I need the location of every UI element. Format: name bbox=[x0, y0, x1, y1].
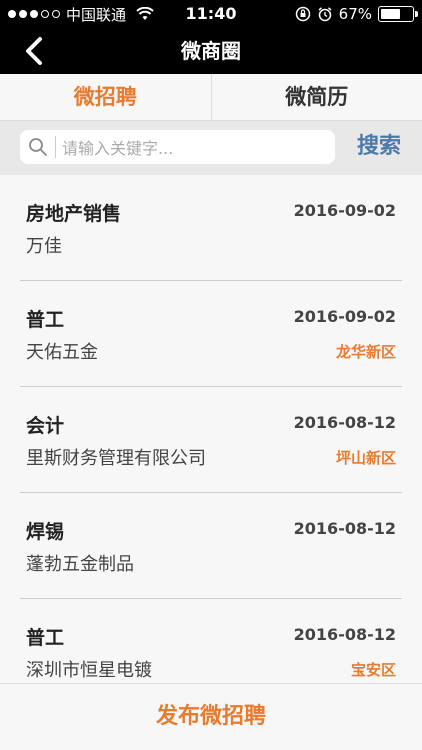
job-date: 2016-08-12 bbox=[293, 625, 396, 644]
job-location: 宝安区 bbox=[350, 661, 396, 679]
job-date: 2016-09-02 bbox=[293, 307, 396, 326]
job-title: 房地产销售 bbox=[26, 203, 122, 225]
status-bar: 中国联通 11:40 67% bbox=[0, 0, 422, 28]
job-date: 2016-09-02 bbox=[293, 201, 396, 220]
search-bar: 搜索 bbox=[0, 121, 422, 175]
search-input[interactable] bbox=[60, 130, 329, 166]
battery-icon bbox=[378, 6, 418, 22]
job-list-item[interactable]: 普工 2016-09-02 天佑五金 龙华新区 bbox=[0, 281, 422, 387]
job-title: 会计 bbox=[26, 415, 65, 437]
job-title: 普工 bbox=[26, 627, 65, 649]
search-button[interactable]: 搜索 bbox=[345, 130, 413, 164]
job-location: 龙华新区 bbox=[335, 343, 396, 361]
search-separator bbox=[55, 136, 56, 158]
job-list: 房地产销售 2016-09-02 万佳 普工 2016-09-02 天佑五金 龙… bbox=[0, 175, 422, 705]
job-date: 2016-08-12 bbox=[293, 413, 396, 432]
bottom-bar: 发布微招聘 bbox=[0, 683, 422, 750]
battery-fill bbox=[381, 9, 400, 19]
nav-bar: 微商圈 bbox=[0, 28, 422, 74]
publish-job-button[interactable]: 发布微招聘 bbox=[0, 684, 422, 750]
job-location: 坪山新区 bbox=[335, 449, 396, 467]
job-company: 蓬勃五金制品 bbox=[26, 554, 134, 575]
job-title: 普工 bbox=[26, 309, 65, 331]
status-right: 67% bbox=[295, 0, 418, 28]
job-title: 焊锡 bbox=[26, 521, 65, 543]
job-company: 天佑五金 bbox=[26, 342, 98, 363]
tab-resumes[interactable]: 微简历 bbox=[212, 74, 422, 120]
tab-job-posts[interactable]: 微招聘 bbox=[0, 74, 211, 120]
search-icon bbox=[29, 138, 47, 156]
job-list-item[interactable]: 焊锡 2016-08-12 蓬勃五金制品 bbox=[0, 493, 422, 599]
job-company: 万佳 bbox=[26, 236, 62, 257]
job-list-item[interactable]: 房地产销售 2016-09-02 万佳 bbox=[0, 175, 422, 281]
alarm-icon bbox=[318, 7, 332, 22]
search-box[interactable] bbox=[20, 130, 335, 166]
battery-percent: 67% bbox=[338, 5, 372, 23]
job-date: 2016-08-12 bbox=[293, 519, 396, 538]
job-list-item[interactable]: 会计 2016-08-12 里斯财务管理有限公司 坪山新区 bbox=[0, 387, 422, 493]
job-company: 里斯财务管理有限公司 bbox=[26, 448, 206, 469]
job-company: 深圳市恒星电镀 bbox=[26, 660, 152, 681]
page-title: 微商圈 bbox=[181, 39, 241, 63]
rotation-lock-icon bbox=[295, 6, 310, 22]
tab-bar: 微招聘 微简历 bbox=[0, 74, 422, 121]
